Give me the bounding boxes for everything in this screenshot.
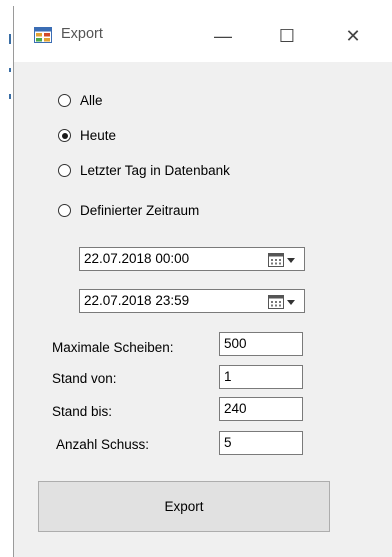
desktop-edge xyxy=(0,0,13,557)
export-button-label: Export xyxy=(164,499,204,514)
edge-marker xyxy=(9,94,11,99)
radio-option-letzter-tag[interactable]: Letzter Tag in Datenbank xyxy=(58,163,230,178)
export-dialog: Export — ☐ ✕ Alle Heute Letzter Tag in D… xyxy=(13,6,392,557)
maximale-scheiben-input[interactable]: 500 xyxy=(219,332,303,356)
label-anzahl-schuss: Anzahl Schuss: xyxy=(56,437,150,452)
title-bar[interactable]: Export — ☐ ✕ xyxy=(14,6,392,62)
calendar-dropdown-icon[interactable] xyxy=(268,295,298,309)
app-form-icon xyxy=(34,27,52,43)
radio-option-alle[interactable]: Alle xyxy=(58,93,103,108)
stand-bis-input[interactable]: 240 xyxy=(219,397,303,421)
label-stand-von: Stand von: xyxy=(52,371,117,386)
window-title: Export xyxy=(61,26,103,42)
edge-marker xyxy=(9,68,11,72)
anzahl-schuss-input[interactable]: 5 xyxy=(219,431,303,455)
radio-button[interactable] xyxy=(58,94,71,107)
radio-label: Definierter Zeitraum xyxy=(80,203,200,218)
radio-button[interactable] xyxy=(58,204,71,217)
radio-label: Letzter Tag in Datenbank xyxy=(80,163,230,178)
date-from-value: 22.07.2018 00:00 xyxy=(84,251,190,266)
export-button[interactable]: Export xyxy=(38,481,330,532)
date-to-picker[interactable]: 22.07.2018 23:59 xyxy=(79,289,305,313)
date-to-value: 22.07.2018 23:59 xyxy=(84,293,190,308)
input-value: 5 xyxy=(224,435,232,450)
edge-marker xyxy=(9,34,11,44)
maximize-icon: ☐ xyxy=(278,25,296,46)
calendar-dropdown-icon[interactable] xyxy=(268,253,298,267)
radio-option-definierter-zeitraum[interactable]: Definierter Zeitraum xyxy=(58,203,199,218)
date-from-picker[interactable]: 22.07.2018 00:00 xyxy=(79,247,305,271)
label-maximale-scheiben: Maximale Scheiben: xyxy=(52,340,174,355)
stand-von-input[interactable]: 1 xyxy=(219,365,303,389)
input-value: 1 xyxy=(224,369,232,384)
minimize-icon: — xyxy=(214,25,232,46)
label-stand-bis: Stand bis: xyxy=(52,404,113,419)
radio-button-selected[interactable] xyxy=(58,129,71,142)
radio-option-heute[interactable]: Heute xyxy=(58,128,116,143)
minimize-button[interactable]: — xyxy=(200,20,246,52)
maximize-button[interactable]: ☐ xyxy=(264,20,310,52)
input-value: 500 xyxy=(224,336,247,351)
close-button[interactable]: ✕ xyxy=(330,20,376,52)
close-icon: ✕ xyxy=(345,25,361,46)
radio-label: Alle xyxy=(80,93,103,108)
radio-button[interactable] xyxy=(58,164,71,177)
radio-label: Heute xyxy=(80,128,117,143)
input-value: 240 xyxy=(224,401,247,416)
